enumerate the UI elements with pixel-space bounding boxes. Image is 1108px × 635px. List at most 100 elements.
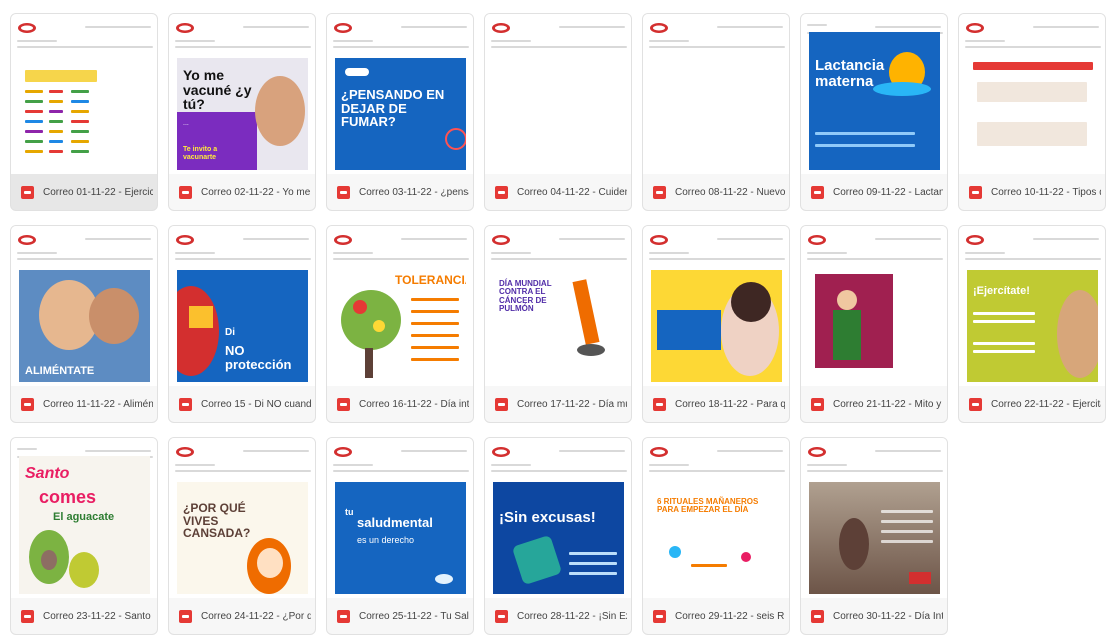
file-thumbnail: 6 RITUALES MAÑANEROS PARA EMPEZAR EL DÍA bbox=[643, 438, 789, 598]
file-thumbnail: ¿POR QUÉ VIVES CANSADA? bbox=[169, 438, 315, 598]
file-card[interactable]: 6 RITUALES MAÑANEROS PARA EMPEZAR EL DÍA… bbox=[642, 437, 790, 635]
banner-title: ALIMÉNTATE bbox=[25, 365, 95, 377]
company-logo-icon bbox=[966, 23, 984, 33]
pdf-icon bbox=[653, 398, 666, 411]
file-label-row: Correo 01-11-22 - Ejercici... bbox=[11, 174, 157, 210]
file-name: Correo 29-11-22 - seis RE... bbox=[675, 611, 785, 622]
file-name: Correo 08-11-22 - Nuevos ... bbox=[675, 187, 785, 198]
pdf-icon bbox=[179, 610, 192, 623]
file-thumbnail: TOLERANCIA bbox=[327, 226, 473, 386]
banner-sub: es un derecho bbox=[357, 535, 415, 545]
file-card[interactable]: ¡Ejercítate! Correo 22-11-22 - Ejercitat… bbox=[958, 225, 1106, 423]
file-card[interactable]: Correo 21-11-22 - Mito y re... bbox=[800, 225, 948, 423]
banner-title: TOLERANCIA bbox=[395, 273, 466, 287]
file-name: Correo 03-11-22 - ¿pensan... bbox=[359, 187, 469, 198]
banner-title: 6 RITUALES MAÑANEROS PARA EMPEZAR EL DÍA bbox=[657, 497, 759, 515]
file-thumbnail: Lactancia materna bbox=[801, 14, 947, 174]
file-name: Correo 17-11-22 - Día mun... bbox=[517, 399, 627, 410]
file-name: Correo 01-11-22 - Ejercici... bbox=[43, 187, 153, 198]
file-card[interactable]: ¿POR QUÉ VIVES CANSADA? Correo 24-11-22 … bbox=[168, 437, 316, 635]
company-logo-icon bbox=[334, 447, 352, 457]
file-card[interactable]: Correo 18-11-22 - Para qué... bbox=[642, 225, 790, 423]
file-name: Correo 24-11-22 - ¿Por qu... bbox=[201, 611, 311, 622]
file-card[interactable]: ¿PENSANDO EN DEJAR DE FUMAR? Correo 03-1… bbox=[326, 13, 474, 211]
email-header bbox=[491, 446, 627, 476]
file-card[interactable]: tu saludmental es un derecho Correo 25-1… bbox=[326, 437, 474, 635]
file-label-row: Correo 10-11-22 - Tipos d... bbox=[959, 174, 1105, 210]
file-card[interactable]: Lactancia materna Correo 09-11-22 - Lact… bbox=[800, 13, 948, 211]
file-name: Correo 22-11-22 - Ejercitat... bbox=[991, 399, 1101, 410]
pdf-icon bbox=[179, 398, 192, 411]
pdf-icon bbox=[179, 186, 192, 199]
email-header bbox=[175, 234, 311, 264]
file-label-row: Correo 04-11-22 - Cuidemo... bbox=[485, 174, 631, 210]
file-card[interactable]: Correo 30-11-22 - Día Inter... bbox=[800, 437, 948, 635]
banner-title: DÍA MUNDIAL CONTRA EL CÁNCER DE PULMÓN bbox=[499, 279, 552, 314]
file-label-row: Correo 21-11-22 - Mito y re... bbox=[801, 386, 947, 422]
file-label-row: Correo 23-11-22 - Santo l... bbox=[11, 598, 157, 634]
company-logo-icon bbox=[650, 23, 668, 33]
company-logo-icon bbox=[650, 235, 668, 245]
file-name: Correo 30-11-22 - Día Inter... bbox=[833, 611, 943, 622]
email-header bbox=[17, 22, 153, 52]
email-header bbox=[175, 22, 311, 52]
pdf-icon bbox=[811, 610, 824, 623]
company-logo-icon bbox=[18, 23, 36, 33]
email-header bbox=[491, 22, 627, 52]
pdf-icon bbox=[21, 398, 34, 411]
banner-title: saludmental bbox=[357, 515, 433, 530]
company-logo-icon bbox=[18, 235, 36, 245]
email-header bbox=[649, 446, 785, 476]
file-grid: Correo 01-11-22 - Ejercici... Yo me vacu… bbox=[10, 13, 1106, 635]
file-thumbnail bbox=[485, 14, 631, 174]
file-card[interactable]: Correo 01-11-22 - Ejercici... bbox=[10, 13, 158, 211]
file-thumbnail bbox=[11, 14, 157, 174]
banner-title: ¿PENSANDO EN DEJAR DE FUMAR? bbox=[341, 87, 445, 130]
file-card[interactable]: Yo me vacuné ¿y tú? ... Te invito a vacu… bbox=[168, 13, 316, 211]
email-header bbox=[333, 234, 469, 264]
banner-title: ¿POR QUÉ VIVES CANSADA? bbox=[183, 501, 251, 541]
banner-title: Lactancia materna bbox=[815, 57, 885, 90]
file-thumbnail bbox=[801, 226, 947, 386]
file-card[interactable]: ¡Sin excusas! Correo 28-11-22 - ¡Sin Exc… bbox=[484, 437, 632, 635]
file-name: Correo 25-11-22 - Tu Salu... bbox=[359, 611, 469, 622]
company-logo-icon bbox=[176, 23, 194, 33]
banner-title: NO protección bbox=[225, 343, 292, 372]
email-header bbox=[333, 22, 469, 52]
file-thumbnail: ¿PENSANDO EN DEJAR DE FUMAR? bbox=[327, 14, 473, 174]
file-card[interactable]: Di NO protección Correo 15 - Di NO cuand… bbox=[168, 225, 316, 423]
file-card[interactable]: ALIMÉNTATE Correo 11-11-22 - Aliméntt... bbox=[10, 225, 158, 423]
file-label-row: Correo 15 - Di NO cuando ... bbox=[169, 386, 315, 422]
company-logo-icon bbox=[808, 235, 826, 245]
file-card[interactable]: DÍA MUNDIAL CONTRA EL CÁNCER DE PULMÓN C… bbox=[484, 225, 632, 423]
email-header bbox=[175, 446, 311, 476]
file-label-row: Correo 25-11-22 - Tu Salu... bbox=[327, 598, 473, 634]
banner-di: Di bbox=[225, 327, 235, 338]
company-logo-icon bbox=[334, 235, 352, 245]
banner-big: comes bbox=[39, 487, 97, 507]
email-header bbox=[333, 446, 469, 476]
file-card[interactable]: Correo 08-11-22 - Nuevos ... bbox=[642, 13, 790, 211]
file-name: Correo 04-11-22 - Cuidemo... bbox=[517, 187, 627, 198]
file-label-row: Correo 16-11-22 - Día inter... bbox=[327, 386, 473, 422]
pdf-icon bbox=[495, 610, 508, 623]
file-thumbnail: ¡Ejercítate! bbox=[959, 226, 1105, 386]
file-label-row: Correo 24-11-22 - ¿Por qu... bbox=[169, 598, 315, 634]
pdf-icon bbox=[969, 398, 982, 411]
pdf-icon bbox=[337, 186, 350, 199]
company-logo-icon bbox=[650, 447, 668, 457]
file-name: Correo 10-11-22 - Tipos d... bbox=[991, 187, 1101, 198]
file-label-row: Correo 08-11-22 - Nuevos ... bbox=[643, 174, 789, 210]
pdf-icon bbox=[495, 186, 508, 199]
pdf-icon bbox=[337, 398, 350, 411]
file-label-row: Correo 03-11-22 - ¿pensan... bbox=[327, 174, 473, 210]
file-card[interactable]: Correo 10-11-22 - Tipos d... bbox=[958, 13, 1106, 211]
banner-cta: Te invito a vacunarte bbox=[183, 146, 218, 162]
file-card[interactable]: Santo comes El aguacate Correo 23-11-22 … bbox=[10, 437, 158, 635]
file-name: Correo 18-11-22 - Para qué... bbox=[675, 399, 785, 410]
file-label-row: Correo 09-11-22 - Lactanc... bbox=[801, 174, 947, 210]
file-name: Correo 02-11-22 - Yo me v... bbox=[201, 187, 311, 198]
file-card[interactable]: TOLERANCIA Correo 16-11-22 - Día inter..… bbox=[326, 225, 474, 423]
file-name: Correo 28-11-22 - ¡Sin Exc... bbox=[517, 611, 627, 622]
file-card[interactable]: Correo 04-11-22 - Cuidemo... bbox=[484, 13, 632, 211]
